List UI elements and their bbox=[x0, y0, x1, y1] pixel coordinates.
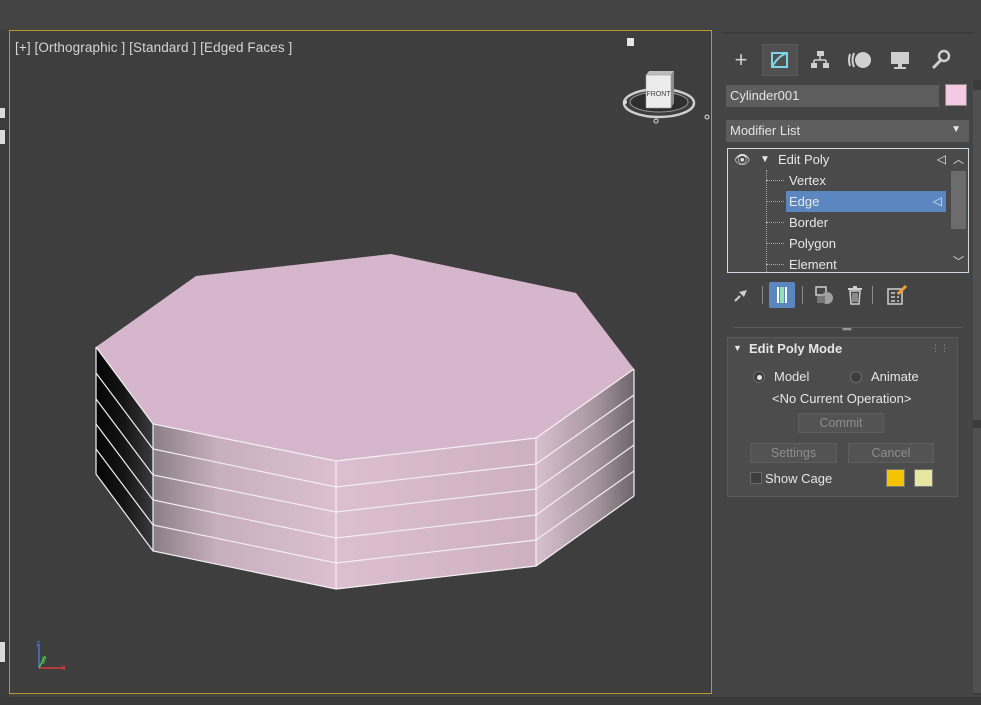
stack-scrollbar[interactable]: ︿ ﹀ bbox=[949, 149, 968, 272]
scroll-up-icon[interactable]: ︿ bbox=[953, 151, 964, 167]
stack-scroll-thumb[interactable] bbox=[951, 171, 966, 229]
rollout-title[interactable]: Edit Poly Mode bbox=[749, 341, 842, 356]
hierarchy-icon bbox=[811, 51, 829, 68]
collapse-triangle-icon[interactable]: ▼ bbox=[733, 343, 742, 353]
display-icon bbox=[891, 52, 909, 69]
animate-radio-label: Animate bbox=[871, 369, 919, 384]
svg-text:x: x bbox=[61, 662, 66, 672]
remove-modifier-button[interactable] bbox=[842, 282, 868, 308]
panel-top-edge bbox=[722, 32, 974, 34]
modifier-list-dropdown[interactable]: Modifier List ▼ bbox=[726, 120, 969, 142]
tab-create[interactable]: + bbox=[723, 44, 759, 76]
animate-radio[interactable] bbox=[850, 371, 862, 383]
toolbar-separator bbox=[762, 286, 763, 304]
stack-item-label: Element bbox=[789, 257, 837, 272]
home-icon bbox=[627, 38, 634, 46]
configure-modifier-sets-button[interactable] bbox=[884, 282, 910, 308]
expand-triangle-icon[interactable]: ▼ bbox=[760, 149, 770, 170]
show-end-result-button[interactable] bbox=[769, 282, 795, 308]
command-panel-tabs: + bbox=[722, 44, 974, 76]
model-radio-label: Model bbox=[774, 369, 810, 384]
make-unique-button[interactable] bbox=[812, 282, 838, 308]
stack-item-polygon[interactable]: Polygon bbox=[728, 233, 950, 254]
stack-item-label: Vertex bbox=[789, 173, 826, 188]
subobject-indicator-icon: ◁ bbox=[932, 194, 942, 208]
subobject-indicator-icon: ◁ bbox=[936, 152, 946, 166]
model-radio[interactable] bbox=[753, 371, 765, 383]
cage-selected-color-swatch[interactable] bbox=[914, 469, 933, 487]
pin-stack-button[interactable] bbox=[728, 282, 754, 308]
status-bar-edge bbox=[0, 697, 981, 705]
command-panel-scrollbar[interactable] bbox=[973, 80, 981, 695]
show-cage-label: Show Cage bbox=[765, 471, 833, 486]
tab-display[interactable] bbox=[882, 44, 918, 76]
stack-toolbar bbox=[726, 282, 969, 310]
object-name-field[interactable]: Cylinder001 bbox=[726, 85, 939, 107]
modify-icon bbox=[771, 52, 788, 68]
modifier-list-label: Modifier List bbox=[730, 123, 801, 138]
top-toolbar-area bbox=[0, 0, 981, 30]
stack-item-label: Polygon bbox=[789, 236, 836, 251]
orthographic-viewport[interactable]: [+] [Orthographic ] [Standard ] [Edged F… bbox=[9, 30, 712, 694]
toolbar-separator bbox=[872, 286, 873, 304]
cancel-button[interactable]: Cancel bbox=[848, 443, 934, 463]
pin-icon bbox=[734, 290, 747, 302]
stack-item-vertex[interactable]: Vertex bbox=[728, 170, 950, 191]
grip-handle[interactable]: ▪▪▪▪ bbox=[842, 324, 852, 334]
tree-line bbox=[766, 201, 784, 202]
trash-icon bbox=[848, 286, 862, 305]
edit-poly-mode-rollout: ▼ Edit Poly Mode ⋮⋮ Model Animate <No Cu… bbox=[727, 337, 958, 497]
svg-text:FRONT: FRONT bbox=[646, 91, 671, 98]
viewcube[interactable]: FRONT bbox=[622, 38, 710, 124]
eye-icon[interactable]: 👁 bbox=[734, 149, 751, 170]
wrench-icon bbox=[931, 49, 951, 70]
stack-item-element[interactable]: Element bbox=[728, 254, 950, 272]
stack-item-border[interactable]: Border bbox=[728, 212, 950, 233]
commit-button[interactable]: Commit bbox=[798, 413, 884, 433]
rollout-grip-icon[interactable]: ⋮⋮ bbox=[931, 343, 949, 354]
stack-item-label: Border bbox=[789, 215, 829, 230]
scrollbar-thumb-lower[interactable] bbox=[973, 428, 981, 693]
configure-sets-icon bbox=[887, 284, 908, 305]
left-strip-marker bbox=[0, 108, 5, 118]
stack-item-edge[interactable]: Edge ◁ bbox=[786, 191, 946, 212]
toolbar-separator bbox=[802, 286, 803, 304]
cage-color-swatch[interactable] bbox=[886, 469, 905, 487]
chevron-down-icon: ▼ bbox=[951, 124, 961, 135]
modifier-stack: 👁 ▼ Edit Poly ◁ Vertex Edge ◁ Border Pol… bbox=[727, 148, 969, 273]
stack-item-edit-poly[interactable]: 👁 ▼ Edit Poly ◁ bbox=[728, 149, 950, 170]
motion-icon bbox=[848, 52, 871, 68]
cylinder-face-front-right bbox=[336, 438, 536, 589]
tab-motion[interactable] bbox=[842, 44, 878, 76]
current-operation-text: <No Current Operation> bbox=[772, 391, 912, 406]
stack-item-label: Edge bbox=[789, 194, 820, 209]
tab-modify[interactable] bbox=[762, 44, 798, 76]
end-result-icon bbox=[777, 287, 787, 303]
object-color-swatch[interactable] bbox=[945, 84, 967, 106]
scrollbar-thumb[interactable] bbox=[973, 90, 981, 420]
axis-tripod: x y z bbox=[36, 638, 66, 672]
scroll-down-icon[interactable]: ﹀ bbox=[953, 253, 964, 269]
tab-hierarchy[interactable] bbox=[802, 44, 838, 76]
stack-item-label: Edit Poly bbox=[778, 152, 830, 167]
command-panel-empty-area bbox=[727, 505, 958, 691]
left-strip-marker bbox=[0, 642, 5, 662]
svg-text:y: y bbox=[42, 654, 47, 664]
left-strip-marker bbox=[0, 130, 5, 144]
svg-text:z: z bbox=[36, 638, 41, 648]
settings-button[interactable]: Settings bbox=[750, 443, 837, 463]
make-unique-icon bbox=[815, 286, 833, 304]
viewport-scene: FRONT x y z bbox=[36, 38, 710, 672]
plus-icon: + bbox=[734, 47, 748, 72]
show-cage-checkbox[interactable] bbox=[750, 472, 762, 484]
left-toolbar-strip bbox=[0, 30, 9, 705]
tab-utilities[interactable] bbox=[922, 44, 958, 76]
